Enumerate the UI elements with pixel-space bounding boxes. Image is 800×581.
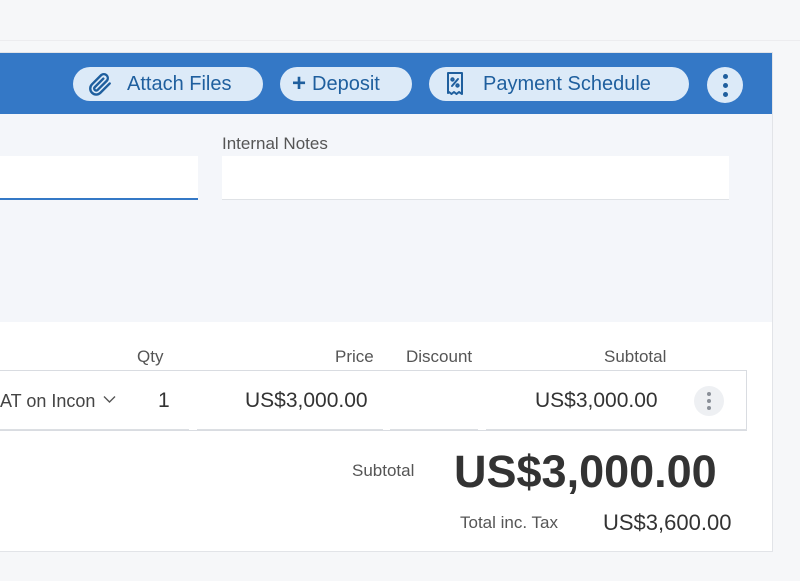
receipt-percent-icon: [443, 71, 467, 97]
payment-schedule-button[interactable]: Payment Schedule: [429, 67, 689, 101]
kebab-dot: [722, 91, 728, 97]
subtotal-underline: [486, 429, 747, 430]
subtotal-amount: US$3,000.00: [454, 446, 717, 497]
kebab-dot: [707, 399, 711, 403]
kebab-dot: [722, 82, 728, 88]
tax-rate-select[interactable]: AT on Incon: [0, 391, 118, 412]
row-subtotal: US$3,000.00: [535, 389, 658, 412]
kebab-dot: [707, 406, 711, 410]
row-options-button[interactable]: [694, 386, 724, 416]
payment-schedule-label: Payment Schedule: [483, 72, 651, 95]
paperclip-icon: [87, 71, 113, 97]
tax-underline: [0, 429, 189, 430]
more-options-button[interactable]: [707, 67, 743, 103]
divider: [0, 40, 800, 41]
notes-section: Internal Notes: [0, 114, 772, 322]
deposit-label: Deposit: [312, 72, 380, 95]
note-text-field[interactable]: [0, 156, 198, 200]
attach-files-label: Attach Files: [127, 72, 232, 95]
qty-input[interactable]: 1: [158, 389, 170, 413]
plus-icon: +: [292, 70, 307, 97]
subtotal-label: Subtotal: [352, 461, 415, 480]
column-header-discount: Discount: [406, 347, 473, 366]
total-inc-tax-label: Total inc. Tax: [460, 513, 558, 532]
table-row: AT on Incon 1 US$3,000.00 US$3,000.00: [0, 370, 747, 431]
top-strip: [0, 0, 800, 40]
internal-notes-label: Internal Notes: [222, 134, 328, 153]
discount-input[interactable]: [390, 429, 478, 430]
column-header-price: Price: [335, 347, 374, 366]
internal-notes-input[interactable]: [222, 156, 729, 200]
kebab-vertical-icon: [722, 73, 728, 79]
invoice-toolbar: Attach Files + Deposit Payment Schedule: [0, 53, 772, 114]
chevron-down-icon[interactable]: [103, 395, 116, 404]
price-input[interactable]: US$3,000.00: [245, 389, 368, 413]
invoice-card: Attach Files + Deposit Payment Schedule: [0, 52, 773, 552]
column-header-subtotal: Subtotal: [604, 347, 667, 366]
column-header-qty: Qty: [137, 347, 164, 366]
total-inc-tax-amount: US$3,600.00: [603, 510, 732, 535]
attach-files-button[interactable]: Attach Files: [73, 67, 263, 101]
kebab-vertical-icon: [707, 392, 711, 396]
price-underline: [197, 429, 383, 430]
deposit-button[interactable]: + Deposit: [280, 67, 412, 101]
